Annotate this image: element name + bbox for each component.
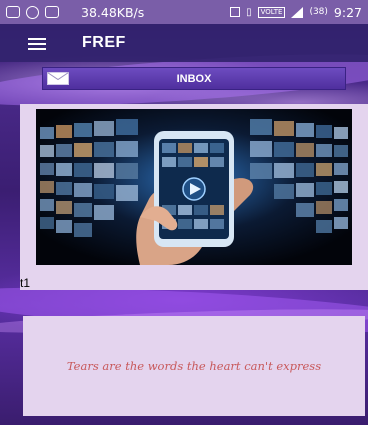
chat-icon: [6, 6, 20, 18]
status-time: 9:27: [333, 4, 362, 20]
network-speed: 38.48KB/s: [81, 4, 145, 20]
facebook-icon: [26, 5, 39, 19]
hamburger-menu-icon[interactable]: [28, 35, 50, 51]
card-caption: t1: [20, 276, 31, 290]
gallery-icon: [45, 6, 59, 18]
signal-icon: [291, 6, 304, 18]
battery-icon: (38): [309, 7, 328, 17]
inbox-button[interactable]: INBOX: [42, 67, 346, 90]
volte-icon: VOLTE: [257, 6, 286, 18]
quote-text: Tears are the words the heart can't expr…: [66, 359, 322, 373]
phone-video-wall-image: [36, 109, 352, 265]
quote-card[interactable]: Tears are the words the heart can't expr…: [23, 316, 365, 416]
status-bar: 38.48KB/s ▯ VOLTE (38) 9:27: [0, 0, 368, 24]
mail-icon: [47, 72, 69, 85]
app-title: FREF: [82, 34, 126, 51]
inbox-label: INBOX: [176, 72, 212, 85]
vibrate-icon: ▯: [246, 6, 252, 18]
image-card[interactable]: [20, 104, 368, 290]
sim-icon: [230, 7, 241, 17]
app-bar: FREF: [0, 24, 368, 62]
